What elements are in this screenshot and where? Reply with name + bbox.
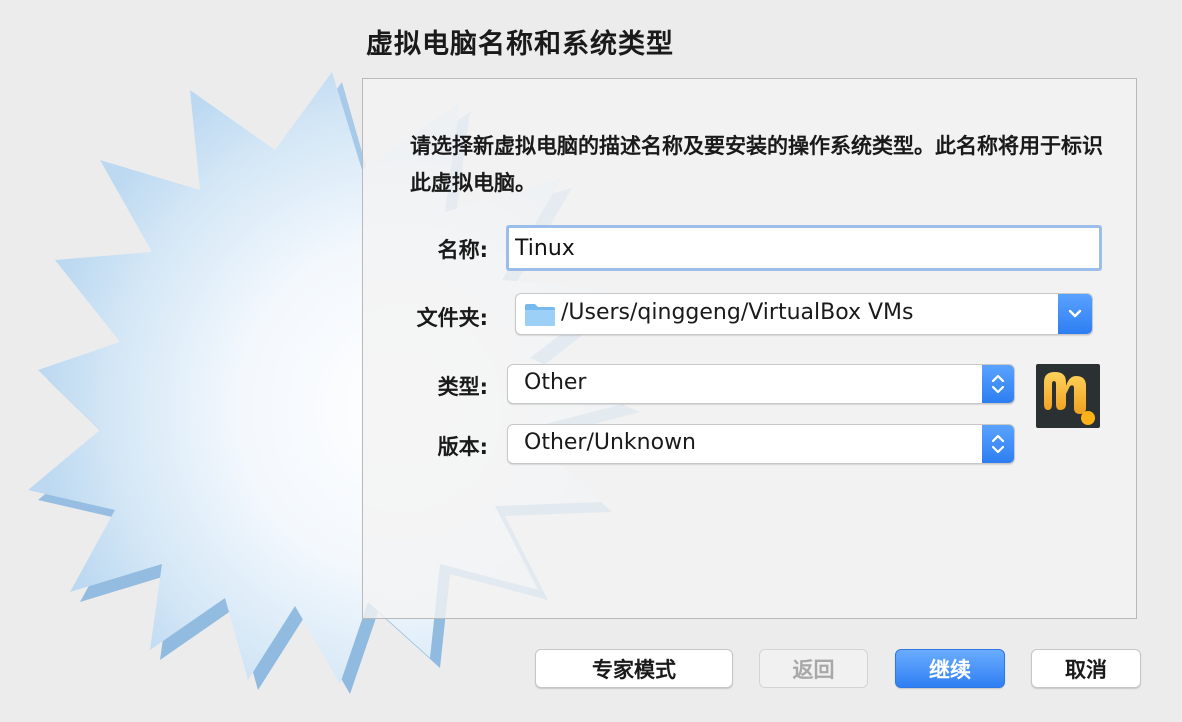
other-os-icon <box>1036 364 1100 428</box>
name-label: 名称: <box>437 238 488 262</box>
folder-path-text: /Users/qinggeng/VirtualBox VMs <box>561 300 914 325</box>
version-stepper-button[interactable] <box>982 425 1014 463</box>
folder-icon <box>525 304 555 326</box>
page-title: 虚拟电脑名称和系统类型 <box>366 29 674 60</box>
up-down-chevron-icon <box>991 374 1005 394</box>
folder-dropdown-button[interactable] <box>1058 294 1092 334</box>
dialog-window: 虚拟电脑名称和系统类型 请选择新虚拟电脑的描述名称及要安装的操作系统类型。此名称… <box>0 0 1182 722</box>
folder-combo[interactable]: /Users/qinggeng/VirtualBox VMs <box>515 293 1093 335</box>
chevron-down-icon <box>1068 309 1082 318</box>
version-label: 版本: <box>437 435 488 459</box>
version-select[interactable]: Other/Unknown <box>507 424 1015 464</box>
continue-button[interactable]: 继续 <box>895 649 1005 688</box>
back-button[interactable]: 返回 <box>759 649 868 688</box>
type-label: 类型: <box>437 375 488 399</box>
type-select-value: Other <box>524 370 587 395</box>
cancel-button[interactable]: 取消 <box>1031 649 1141 688</box>
type-select[interactable]: Other <box>507 364 1015 404</box>
up-down-chevron-icon <box>991 434 1005 454</box>
version-select-value: Other/Unknown <box>524 430 697 455</box>
description-text: 请选择新虚拟电脑的描述名称及要安装的操作系统类型。此名称将用于标识此虚拟电脑。 <box>410 134 1103 195</box>
expert-mode-button[interactable]: 专家模式 <box>535 649 733 688</box>
folder-label: 文件夹: <box>416 306 488 330</box>
name-input[interactable] <box>506 225 1102 271</box>
type-stepper-button[interactable] <box>982 365 1014 403</box>
